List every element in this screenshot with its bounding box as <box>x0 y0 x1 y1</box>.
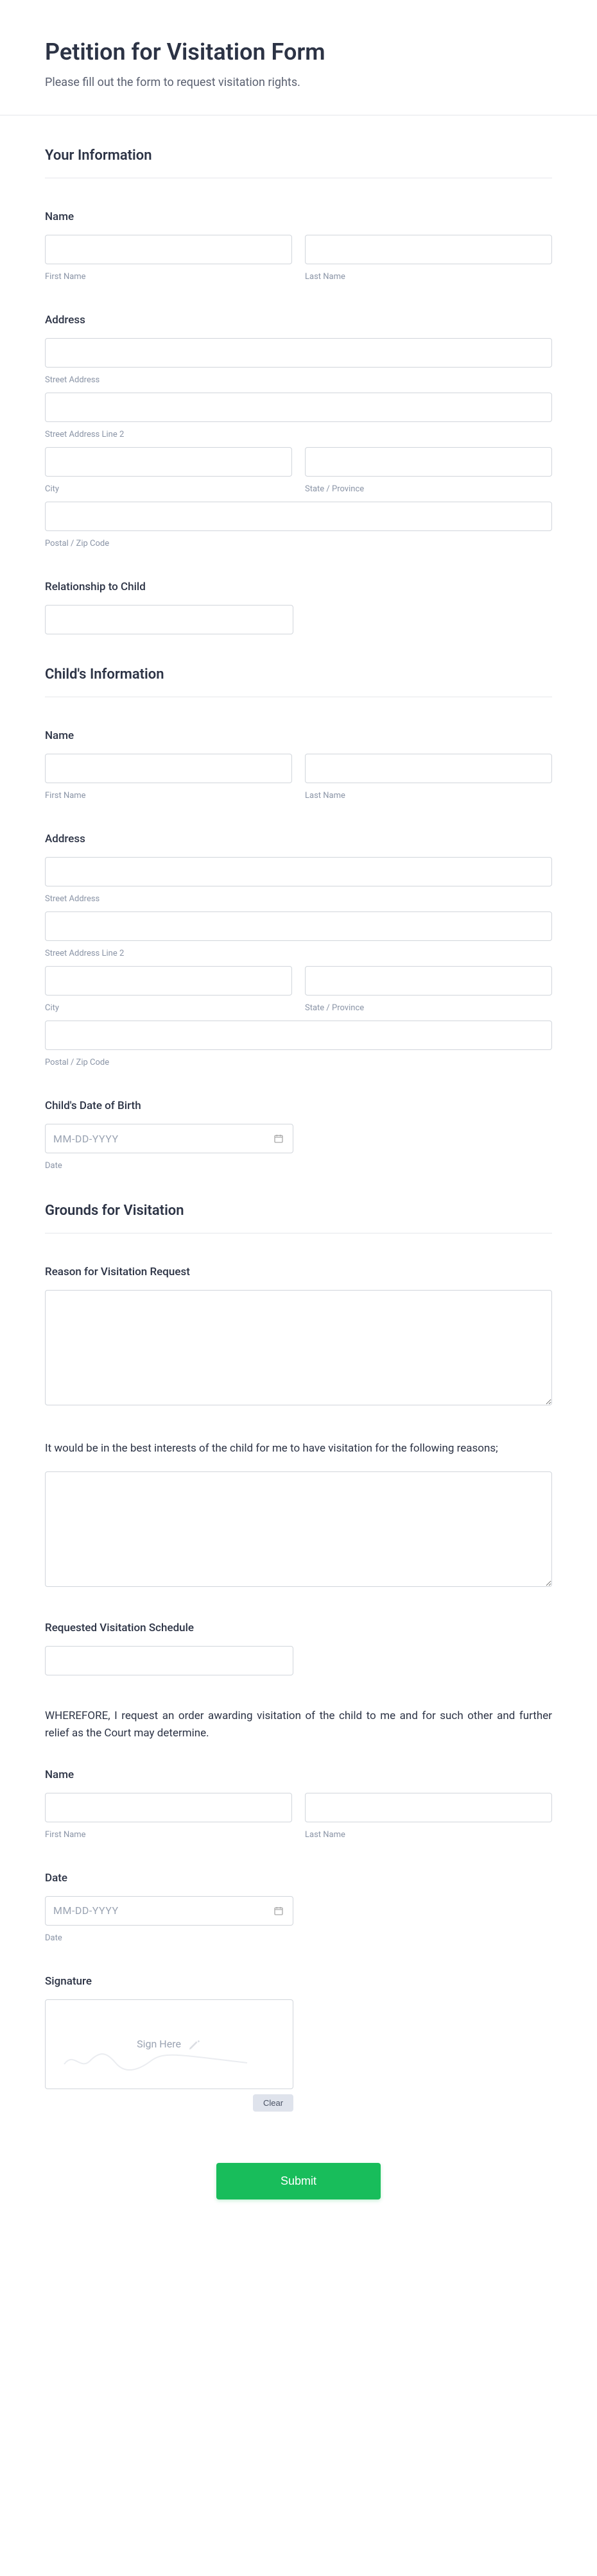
sublabel-signer-last-name: Last Name <box>305 1830 552 1840</box>
label-dob: Child's Date of Birth <box>45 1099 552 1112</box>
child-first-name-input[interactable] <box>45 754 292 783</box>
page-title: Petition for Visitation Form <box>45 38 552 65</box>
clear-button[interactable]: Clear <box>253 2094 293 2112</box>
wherefore-text: WHEREFORE, I request an order awarding v… <box>45 1707 552 1742</box>
sublabel-child-postal: Postal / Zip Code <box>45 1058 552 1067</box>
signer-last-name-input[interactable] <box>305 1793 552 1822</box>
sublabel-child-city: City <box>45 1003 292 1013</box>
child-street2-input[interactable] <box>45 911 552 941</box>
label-child-address: Address <box>45 833 552 845</box>
section-your-info: Your Information <box>45 148 552 178</box>
section-child-info: Child's Information <box>45 666 552 697</box>
label-signer-name: Name <box>45 1768 552 1781</box>
sublabel-signer-first-name: First Name <box>45 1830 292 1840</box>
label-signature: Signature <box>45 1975 552 1988</box>
calendar-icon <box>273 1906 284 1916</box>
label-relationship: Relationship to Child <box>45 580 552 593</box>
label-schedule: Requested Visitation Schedule <box>45 1622 552 1634</box>
sublabel-dob-date: Date <box>45 1161 293 1171</box>
your-last-name-input[interactable] <box>305 235 552 264</box>
child-city-input[interactable] <box>45 966 292 996</box>
your-first-name-input[interactable] <box>45 235 292 264</box>
sublabel-child-state: State / Province <box>305 1003 552 1013</box>
your-state-input[interactable] <box>305 447 552 477</box>
sublabel-child-last-name: Last Name <box>305 791 552 801</box>
relationship-input[interactable] <box>45 605 293 634</box>
your-street2-input[interactable] <box>45 393 552 422</box>
child-last-name-input[interactable] <box>305 754 552 783</box>
dob-placeholder: MM-DD-YYYY <box>53 1133 119 1145</box>
sublabel-first-name: First Name <box>45 272 292 282</box>
date-input[interactable]: MM-DD-YYYY <box>45 1896 293 1926</box>
signature-line-icon <box>61 2045 254 2071</box>
sublabel-child-first-name: First Name <box>45 791 292 801</box>
submit-button[interactable]: Submit <box>216 2163 381 2199</box>
schedule-input[interactable] <box>45 1646 293 1675</box>
sublabel-city: City <box>45 484 292 494</box>
label-name: Name <box>45 210 552 223</box>
sublabel-child-street: Street Address <box>45 894 552 904</box>
section-grounds: Grounds for Visitation <box>45 1203 552 1233</box>
child-state-input[interactable] <box>305 966 552 996</box>
sublabel-street: Street Address <box>45 375 552 385</box>
date-placeholder: MM-DD-YYYY <box>53 1904 119 1917</box>
signer-first-name-input[interactable] <box>45 1793 292 1822</box>
pen-icon <box>187 2037 202 2051</box>
label-address: Address <box>45 314 552 326</box>
label-date: Date <box>45 1872 552 1885</box>
calendar-icon <box>273 1133 284 1144</box>
sublabel-postal: Postal / Zip Code <box>45 539 552 548</box>
child-postal-input[interactable] <box>45 1021 552 1050</box>
best-interest-textarea[interactable] <box>45 1471 552 1587</box>
label-reason: Reason for Visitation Request <box>45 1266 552 1278</box>
reason-textarea[interactable] <box>45 1290 552 1405</box>
sublabel-child-street2: Street Address Line 2 <box>45 949 552 958</box>
sublabel-state: State / Province <box>305 484 552 494</box>
signature-pad[interactable]: Sign Here <box>45 1999 293 2089</box>
your-postal-input[interactable] <box>45 502 552 531</box>
sublabel-street2: Street Address Line 2 <box>45 430 552 439</box>
sublabel-last-name: Last Name <box>305 272 552 282</box>
your-city-input[interactable] <box>45 447 292 477</box>
dob-input[interactable]: MM-DD-YYYY <box>45 1124 293 1153</box>
label-best-interest: It would be in the best interests of the… <box>45 1440 552 1457</box>
page-subtitle: Please fill out the form to request visi… <box>45 76 552 89</box>
child-street-input[interactable] <box>45 857 552 886</box>
your-street-input[interactable] <box>45 338 552 368</box>
label-child-name: Name <box>45 729 552 742</box>
sublabel-date: Date <box>45 1933 293 1943</box>
